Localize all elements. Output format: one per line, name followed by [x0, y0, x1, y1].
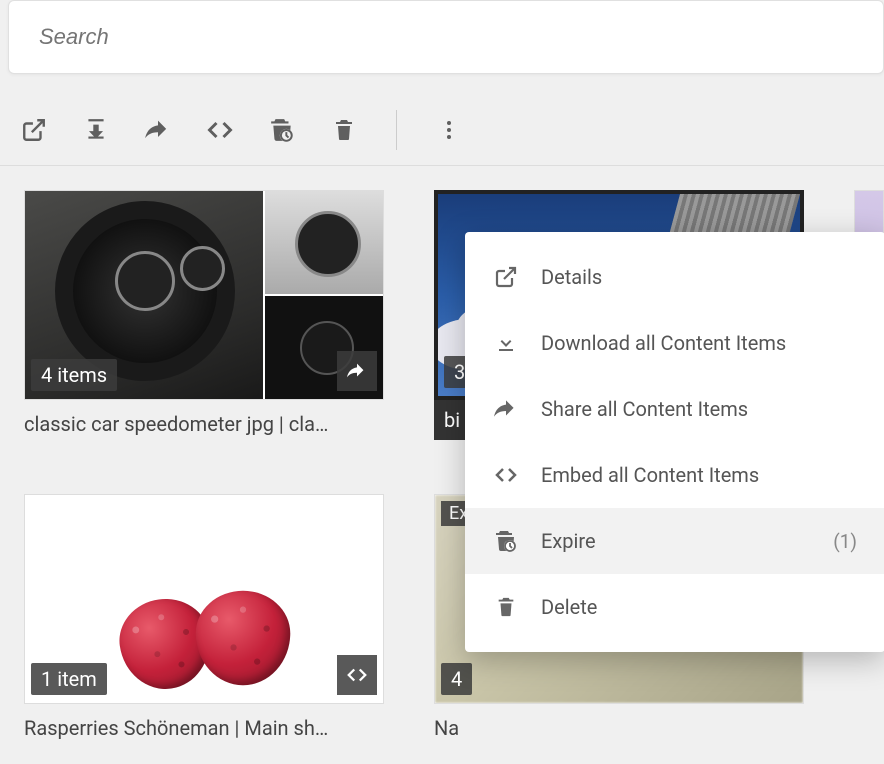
share-icon [346, 360, 368, 382]
card-thumbnail[interactable]: 1 item [24, 494, 384, 704]
menu-item-delete[interactable]: Delete [465, 574, 884, 640]
menu-item-label: Download all Content Items [541, 331, 857, 355]
open-in-new-icon [493, 264, 519, 290]
context-menu: Details Download all Content Items Share… [465, 232, 884, 652]
menu-item-label: Embed all Content Items [541, 463, 857, 487]
search-input[interactable] [39, 24, 853, 50]
card-share-button[interactable] [337, 351, 377, 391]
grid-card[interactable]: 4 items classic car speedometer jpg | cl… [24, 190, 384, 470]
menu-item-expire[interactable]: Expire (1) [465, 508, 884, 574]
code-icon [493, 462, 519, 488]
menu-item-label: Share all Content Items [541, 397, 857, 421]
expire-button[interactable] [268, 116, 296, 144]
grid-card[interactable]: 1 item Rasperries Schöneman | Main sh… [24, 494, 384, 764]
card-caption: Rasperries Schöneman | Main sh… [24, 716, 384, 740]
card-caption: classic car speedometer jpg | cla… [24, 412, 384, 436]
items-count-badge: 4 [441, 663, 472, 695]
menu-item-embed[interactable]: Embed all Content Items [465, 442, 884, 508]
download-icon [83, 117, 109, 143]
items-count-badge: 4 items [31, 359, 117, 391]
card-embed-button[interactable] [337, 655, 377, 695]
download-icon [493, 330, 519, 356]
code-icon [346, 664, 368, 686]
delete-button[interactable] [330, 116, 358, 144]
share-icon [144, 116, 172, 144]
search-bar[interactable] [8, 0, 884, 74]
share-button[interactable] [144, 116, 172, 144]
toolbar-divider [396, 110, 397, 150]
download-button[interactable] [82, 116, 110, 144]
more-button[interactable] [435, 116, 463, 144]
details-button[interactable] [20, 116, 48, 144]
auto-delete-icon [493, 528, 519, 554]
items-count-badge: 1 item [31, 663, 107, 695]
card-caption: Na [434, 716, 804, 740]
trash-icon [332, 117, 356, 143]
menu-item-details[interactable]: Details [465, 244, 884, 310]
trash-icon [493, 594, 519, 620]
embed-button[interactable] [206, 116, 234, 144]
code-icon [206, 116, 234, 144]
menu-item-label: Expire [541, 529, 811, 553]
menu-item-label: Delete [541, 595, 857, 619]
auto-delete-icon [269, 117, 295, 143]
card-thumbnail[interactable]: 4 items [24, 190, 384, 400]
more-vert-icon [437, 117, 461, 143]
menu-item-count: (1) [833, 530, 857, 553]
share-icon [493, 396, 519, 422]
menu-item-label: Details [541, 265, 857, 289]
toolbar [0, 94, 884, 166]
menu-item-download[interactable]: Download all Content Items [465, 310, 884, 376]
open-in-new-icon [21, 117, 47, 143]
menu-item-share[interactable]: Share all Content Items [465, 376, 884, 442]
